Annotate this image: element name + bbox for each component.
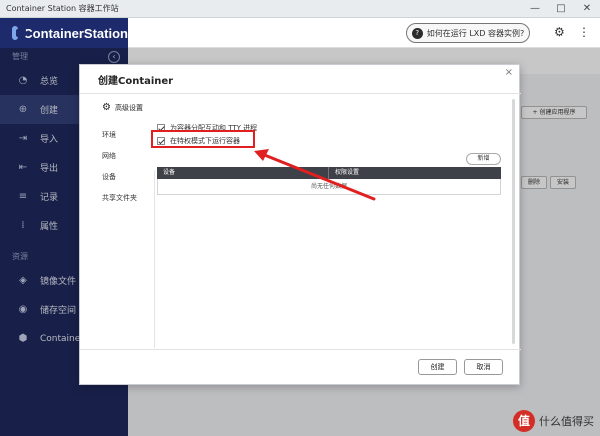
advanced-settings-label: 高级设置: [114, 103, 143, 112]
nav-divider: [154, 170, 155, 348]
minimize-button[interactable]: —: [522, 0, 548, 18]
dialog-footer-divider: [80, 349, 521, 350]
table-empty-message: 尚无任何数据: [157, 179, 501, 195]
tab-environment[interactable]: 环境: [102, 125, 152, 146]
advanced-settings-heading: ⚙ 高级设置: [102, 102, 143, 113]
dialog-close-icon[interactable]: ×: [505, 67, 513, 78]
watermark-text: 什么值得买: [539, 415, 594, 428]
table-header: 设备 权限设置: [157, 167, 501, 179]
app-name: ContainerStation: [23, 25, 128, 41]
maximize-button[interactable]: □: [548, 0, 574, 18]
app-logo[interactable]: ContainerStation: [0, 18, 128, 48]
gear-icon[interactable]: ⚙: [554, 25, 565, 39]
gear-icon: ⚙: [102, 102, 111, 113]
create-container-dialog: 创建Container × ⚙ 高级设置 环境 网络 设备 共享文件夹 为容器分…: [79, 64, 521, 385]
smzdm-logo-icon: 值: [513, 410, 535, 432]
tab-network[interactable]: 网络: [102, 146, 152, 167]
dialog-scrollbar[interactable]: [512, 99, 515, 344]
device-table: 设备 权限设置 尚无任何数据: [157, 167, 501, 195]
app-header: ContainerStation ? 如何在运行 LXD 容器实例? ⚙ ⋮: [0, 18, 600, 48]
create-button[interactable]: 创建: [418, 359, 457, 375]
more-icon[interactable]: ⋮: [578, 25, 590, 39]
column-header-device[interactable]: 设备: [157, 167, 329, 179]
lxd-help-button[interactable]: ? 如何在运行 LXD 容器实例?: [406, 23, 530, 43]
close-window-button[interactable]: ✕: [574, 0, 600, 18]
question-icon: ?: [411, 27, 423, 39]
red-highlight-box: [151, 130, 255, 148]
dialog-title: 创建Container: [98, 76, 174, 87]
lxd-help-label: 如何在运行 LXD 容器实例?: [426, 28, 525, 38]
tab-device[interactable]: 设备: [102, 167, 152, 188]
window-titlebar: Container Station 容器工作站 — □ ✕: [0, 0, 600, 18]
tab-shared-folders[interactable]: 共享文件夹: [102, 188, 152, 209]
container-station-logo-icon: [12, 26, 27, 40]
settings-nav: 环境 网络 设备 共享文件夹: [102, 125, 152, 209]
column-header-permissions[interactable]: 权限设置: [329, 167, 359, 179]
window-title: Container Station 容器工作站: [6, 4, 119, 13]
cancel-button[interactable]: 取消: [464, 359, 503, 375]
dialog-header-divider: [80, 93, 521, 94]
add-device-button[interactable]: 新增: [466, 153, 501, 165]
watermark: 值 什么值得买: [513, 410, 594, 432]
